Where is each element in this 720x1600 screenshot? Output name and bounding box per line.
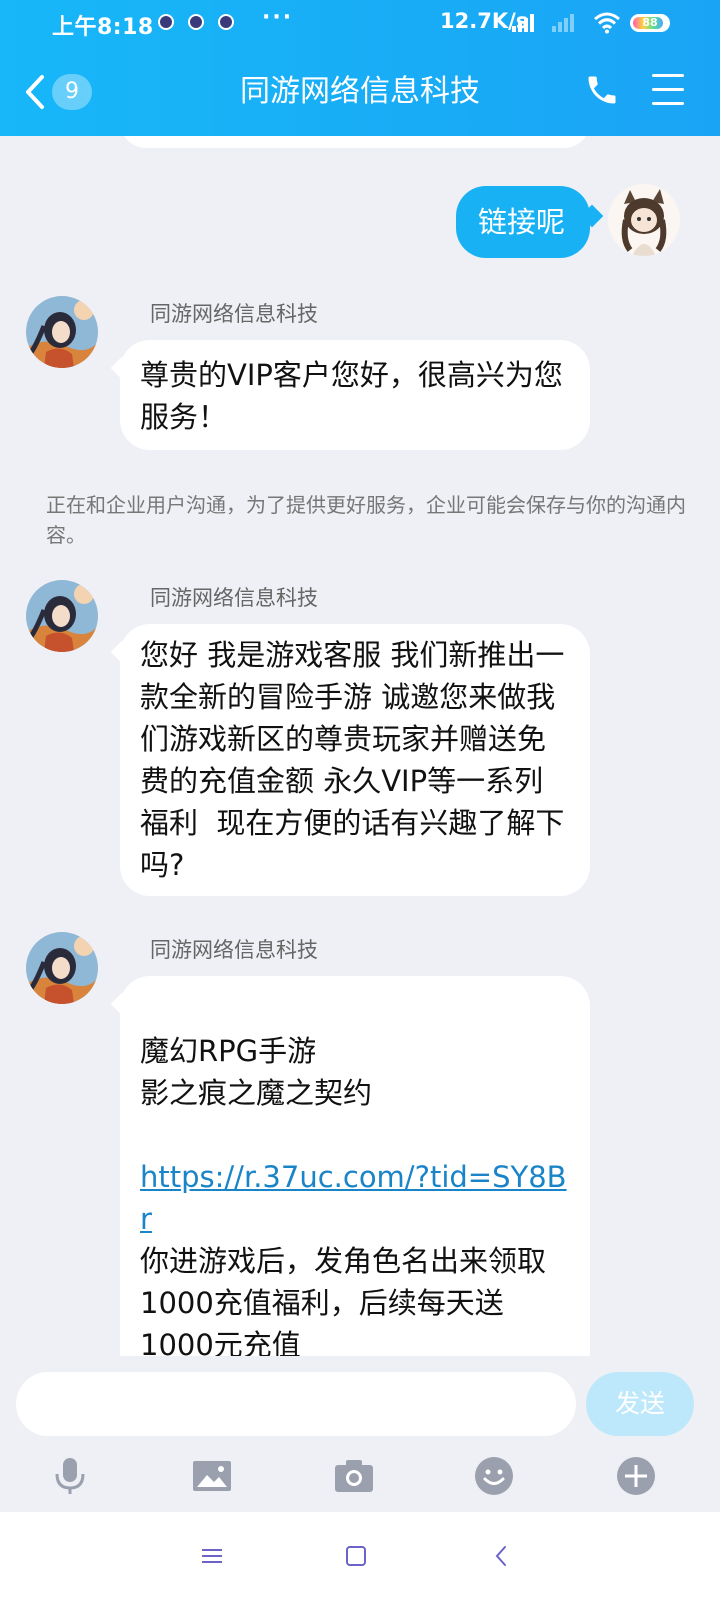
received-message-bubble[interactable]: 魔幻RPG手游 影之痕之魔之契约 https://r.37uc.com/?tid…: [120, 976, 590, 1356]
menu-icon: [648, 74, 688, 105]
sent-message-bubble[interactable]: 链接呢: [456, 186, 590, 258]
app-notification-icon: [188, 14, 204, 30]
home-icon: [346, 1546, 366, 1566]
menu-button[interactable]: [648, 74, 688, 110]
signal-secondary-icon: [552, 14, 574, 32]
more-button[interactable]: [616, 1456, 656, 1496]
my-avatar[interactable]: [608, 184, 680, 256]
camera-icon: [335, 1460, 373, 1492]
input-bar: 发送: [0, 1356, 720, 1508]
phone-icon: [588, 76, 616, 104]
chat-message-list[interactable]: 链接呢 同游网络信息科技 尊贵的VIP客户您好，很高兴为您服务！ 正在和企业用户…: [0, 136, 720, 1356]
emoji-icon: [475, 1457, 513, 1495]
received-message-text: 您好 我是游戏客服 我们新推出一款全新的冒险手游 诚邀您来做我们游戏新区的尊贵玩…: [140, 638, 565, 882]
status-time: 上午8:18: [52, 15, 154, 40]
voice-button[interactable]: [50, 1456, 90, 1496]
received-message-text: 魔幻RPG手游 影之痕之魔之契约: [140, 1034, 373, 1110]
received-message-bubble[interactable]: 尊贵的VIP客户您好，很高兴为您服务！: [120, 340, 590, 450]
sender-name: 同游网络信息科技: [150, 302, 318, 326]
wifi-icon: [594, 12, 620, 34]
received-message-text: 你进游戏后，发角色名出来领取1000充值福利，后续每天送1000元充值: [140, 1244, 547, 1356]
battery-percent: 88: [642, 16, 658, 29]
chat-header: 上午8:18 ··· 12.7K/s 88 9 同游网络信息科技: [0, 0, 720, 136]
contact-avatar-image: [26, 932, 98, 1004]
received-message-text: 尊贵的VIP客户您好，很高兴为您服务！: [140, 358, 563, 434]
image-button[interactable]: [192, 1456, 232, 1496]
contact-avatar-image: [26, 296, 98, 368]
more-notifications-icon: ···: [262, 5, 294, 30]
nav-back-icon: [495, 1546, 506, 1566]
image-icon: [193, 1461, 231, 1491]
contact-avatar[interactable]: [26, 932, 98, 1004]
emoji-button[interactable]: [474, 1456, 514, 1496]
mic-icon: [55, 1458, 85, 1494]
system-nav-bar: [0, 1512, 720, 1600]
unread-count-badge: 9: [52, 74, 92, 110]
sender-name: 同游网络信息科技: [150, 586, 318, 610]
recents-button[interactable]: [198, 1542, 226, 1570]
send-button[interactable]: 发送: [586, 1372, 694, 1436]
contact-avatar[interactable]: [26, 296, 98, 368]
camera-button[interactable]: [334, 1456, 374, 1496]
phone-call-button[interactable]: [584, 72, 624, 112]
game-download-link[interactable]: https://r.37uc.com/?tid=SY8Br: [140, 1156, 570, 1240]
recents-icon: [202, 1549, 222, 1563]
app-notification-icon: [158, 14, 174, 30]
contact-avatar[interactable]: [26, 580, 98, 652]
received-message-bubble[interactable]: 您好 我是游戏客服 我们新推出一款全新的冒险手游 诚邀您来做我们游戏新区的尊贵玩…: [120, 624, 590, 896]
status-bar: 上午8:18 ··· 12.7K/s 88: [0, 0, 720, 46]
sent-message-text: 链接呢: [478, 205, 566, 239]
system-notice: 正在和企业用户沟通，为了提供更好服务，企业可能会保存与你的沟通内容。: [46, 493, 686, 547]
sender-name: 同游网络信息科技: [150, 938, 318, 962]
signal-icon: [512, 14, 534, 32]
notification-icons: [158, 14, 234, 30]
user-avatar-image: [621, 189, 667, 256]
home-button[interactable]: [342, 1542, 370, 1570]
nav-back-button[interactable]: [488, 1542, 516, 1570]
plus-icon: [617, 1457, 655, 1495]
back-button[interactable]: 9: [24, 70, 114, 114]
battery-icon: 88: [630, 14, 670, 32]
previous-message-bubble: [120, 136, 590, 148]
back-chevron-icon: [26, 75, 44, 109]
message-input[interactable]: [16, 1372, 576, 1436]
contact-avatar-image: [26, 580, 98, 652]
app-notification-icon: [218, 14, 234, 30]
